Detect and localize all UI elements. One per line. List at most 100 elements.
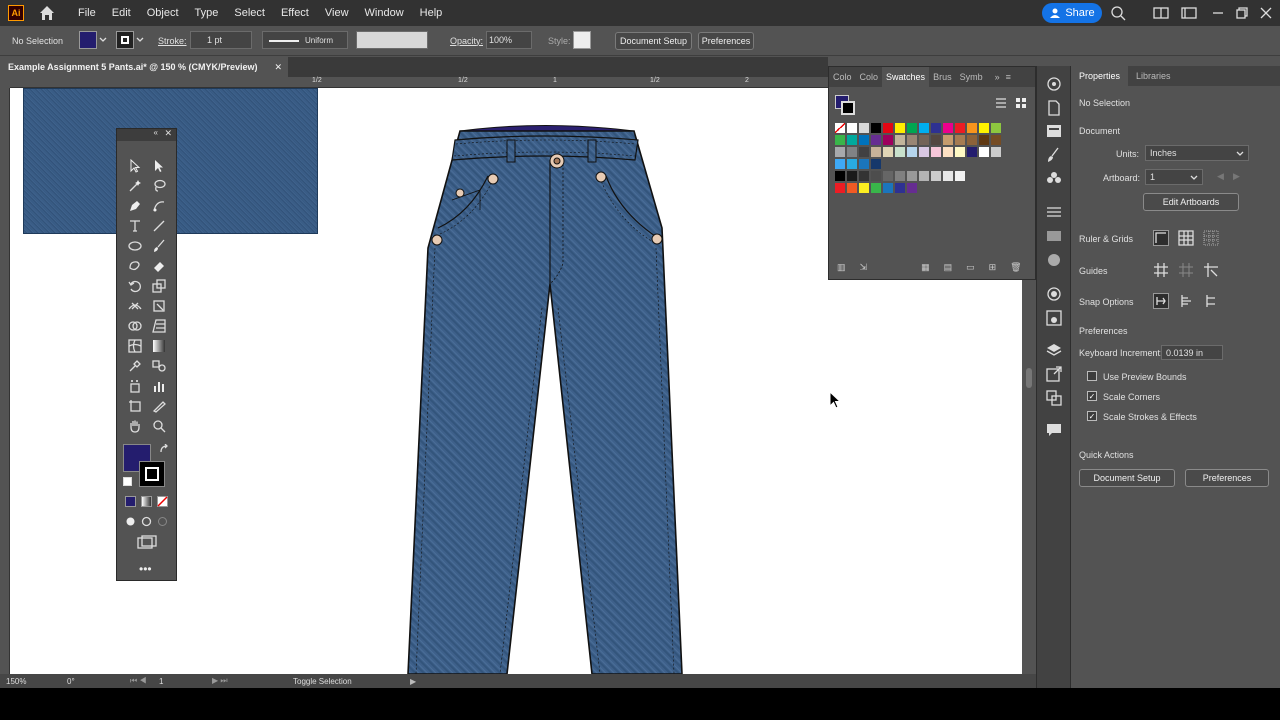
swatch[interactable] bbox=[847, 147, 857, 157]
share-button[interactable]: Share bbox=[1042, 3, 1102, 23]
properties-panel-icon[interactable] bbox=[1046, 123, 1062, 139]
new-swatch-icon[interactable]: ⊞ bbox=[989, 262, 997, 273]
vertical-scrollbar[interactable] bbox=[1022, 280, 1036, 674]
swatch[interactable] bbox=[955, 171, 965, 181]
snap-to-point-icon[interactable] bbox=[1153, 293, 1169, 309]
swatch[interactable] bbox=[931, 123, 941, 133]
vertical-ruler[interactable] bbox=[0, 88, 10, 674]
swatch[interactable] bbox=[907, 135, 917, 145]
rotation-value[interactable]: 0° bbox=[67, 677, 75, 686]
default-colors-icon[interactable] bbox=[123, 477, 132, 486]
swatch[interactable] bbox=[931, 135, 941, 145]
restore-icon[interactable] bbox=[1234, 5, 1250, 21]
document-tab[interactable]: Example Assignment 5 Pants.ai* @ 150 % (… bbox=[0, 57, 288, 77]
tab-color[interactable]: Colo bbox=[829, 72, 856, 82]
horizontal-ruler[interactable]: 1/2 1/2 1 1/2 2 bbox=[10, 77, 828, 88]
blend-tool-icon[interactable] bbox=[149, 357, 169, 375]
symbol-sprayer-tool-icon[interactable] bbox=[125, 377, 145, 395]
close-icon[interactable]: ✕ bbox=[164, 128, 172, 139]
transparency-grid-icon[interactable] bbox=[1203, 230, 1219, 246]
swatch[interactable] bbox=[991, 135, 1001, 145]
shaper-tool-icon[interactable] bbox=[125, 257, 145, 275]
swatch[interactable] bbox=[871, 135, 881, 145]
swatch[interactable] bbox=[871, 183, 881, 193]
artboard-number[interactable]: 1 bbox=[159, 677, 163, 686]
show-guides-icon[interactable] bbox=[1153, 262, 1169, 278]
swatch[interactable] bbox=[895, 135, 905, 145]
use-preview-bounds-checkbox[interactable] bbox=[1087, 371, 1097, 381]
tab-symbols[interactable]: Symb bbox=[956, 72, 987, 82]
menu-edit[interactable]: Edit bbox=[104, 0, 139, 26]
keyboard-increment-field[interactable]: 0.0139 in bbox=[1161, 345, 1223, 360]
workspace-icon[interactable] bbox=[1181, 5, 1197, 21]
stroke-panel-icon[interactable] bbox=[1046, 204, 1062, 220]
list-view-icon[interactable] bbox=[995, 97, 1007, 109]
toolbar-handle[interactable]: « ✕ bbox=[117, 128, 176, 141]
rotate-tool-icon[interactable] bbox=[125, 277, 145, 295]
scroll-thumb[interactable] bbox=[1026, 368, 1032, 388]
swatch[interactable] bbox=[847, 171, 857, 181]
width-tool-icon[interactable] bbox=[125, 297, 145, 315]
swatch[interactable] bbox=[883, 123, 893, 133]
swatch[interactable] bbox=[895, 183, 905, 193]
brush-definition[interactable] bbox=[356, 31, 428, 49]
layers-panel-icon[interactable] bbox=[1046, 342, 1062, 358]
eraser-tool-icon[interactable] bbox=[149, 257, 169, 275]
transparency-panel-icon[interactable] bbox=[1046, 252, 1062, 268]
opacity-field[interactable]: 100% bbox=[486, 31, 532, 49]
scale-strokes-checkbox[interactable]: ✓ bbox=[1087, 411, 1097, 421]
scale-tool-icon[interactable] bbox=[149, 277, 169, 295]
graphic-styles-icon[interactable] bbox=[1046, 310, 1062, 326]
swatch[interactable] bbox=[835, 123, 845, 133]
swatch[interactable] bbox=[895, 171, 905, 181]
place-swatch-icon[interactable]: ⇲ bbox=[860, 262, 868, 273]
swatch[interactable] bbox=[847, 159, 857, 169]
lock-guides-icon[interactable] bbox=[1178, 262, 1194, 278]
edit-toolbar-icon[interactable]: ••• bbox=[139, 562, 152, 576]
menu-window[interactable]: Window bbox=[357, 0, 412, 26]
swatch[interactable] bbox=[907, 171, 917, 181]
swatch[interactable] bbox=[835, 135, 845, 145]
graphic-style-swatch[interactable] bbox=[573, 31, 591, 49]
swatch[interactable] bbox=[883, 135, 893, 145]
tools-panel[interactable]: « ✕ ••• bbox=[116, 128, 177, 581]
stroke-swatch[interactable] bbox=[139, 461, 165, 487]
home-icon[interactable] bbox=[38, 4, 56, 22]
arrange-documents-icon[interactable] bbox=[1153, 5, 1169, 21]
curvature-tool-icon[interactable] bbox=[149, 197, 169, 215]
direct-selection-tool-icon[interactable] bbox=[149, 157, 169, 175]
menu-object[interactable]: Object bbox=[139, 0, 187, 26]
swatch[interactable] bbox=[919, 135, 929, 145]
artboards-panel-icon[interactable] bbox=[1046, 390, 1062, 406]
smart-guides-icon[interactable] bbox=[1203, 262, 1219, 278]
swatch[interactable] bbox=[895, 123, 905, 133]
slice-tool-icon[interactable] bbox=[149, 397, 169, 415]
swatch[interactable] bbox=[883, 147, 893, 157]
edit-artboards-button[interactable]: Edit Artboards bbox=[1143, 193, 1239, 211]
comments-panel-icon[interactable] bbox=[1046, 422, 1062, 438]
swatch[interactable] bbox=[931, 171, 941, 181]
swatch[interactable] bbox=[859, 159, 869, 169]
menu-file[interactable]: File bbox=[70, 0, 104, 26]
swatch[interactable] bbox=[871, 147, 881, 157]
swatch[interactable] bbox=[943, 123, 953, 133]
swatch[interactable] bbox=[943, 135, 953, 145]
swatch[interactable] bbox=[871, 171, 881, 181]
swatch[interactable] bbox=[847, 135, 857, 145]
lasso-tool-icon[interactable] bbox=[149, 177, 169, 195]
stroke-weight-field[interactable]: 1 pt bbox=[190, 31, 252, 49]
swatch[interactable] bbox=[967, 147, 977, 157]
color-mode-button[interactable] bbox=[125, 496, 136, 507]
close-window-icon[interactable] bbox=[1258, 5, 1274, 21]
hand-tool-icon[interactable] bbox=[125, 417, 145, 435]
expand-panel-icon[interactable]: » bbox=[995, 72, 1000, 82]
swatch[interactable] bbox=[859, 147, 869, 157]
document-setup-button[interactable]: Document Setup bbox=[615, 32, 692, 50]
artboard-tool-icon[interactable] bbox=[125, 397, 145, 415]
swatch[interactable] bbox=[955, 123, 965, 133]
artboard-next-icon[interactable]: ▶ ⏭ bbox=[212, 676, 228, 686]
chevron-down-icon[interactable] bbox=[99, 37, 107, 43]
swatch[interactable] bbox=[943, 147, 953, 157]
swatch[interactable] bbox=[955, 135, 965, 145]
draw-normal-icon[interactable] bbox=[125, 516, 136, 527]
